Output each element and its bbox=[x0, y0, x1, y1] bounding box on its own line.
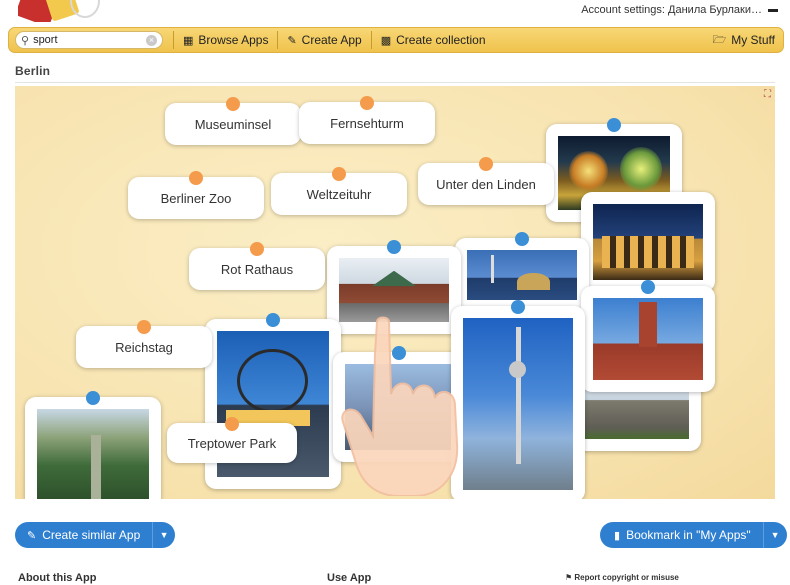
photo-card-partial[interactable] bbox=[333, 346, 465, 462]
about-heading: About this App bbox=[18, 572, 97, 584]
pin bbox=[86, 391, 100, 405]
search-box: ⚲ × bbox=[15, 31, 163, 49]
label-card-treptower-park[interactable]: Treptower Park bbox=[167, 417, 297, 463]
chevron-down-icon[interactable]: ▼ bbox=[152, 522, 175, 548]
label-text: Treptower Park bbox=[187, 435, 277, 451]
use-app-heading: Use App bbox=[327, 572, 372, 584]
label-text: Weltzeituhr bbox=[306, 186, 372, 202]
clear-search-icon[interactable]: × bbox=[146, 35, 157, 46]
main-toolbar: ⚲ × ▦ Browse Apps ✎ Create App ▩ Create … bbox=[8, 27, 784, 53]
report-label: Report copyright or misuse bbox=[574, 573, 679, 582]
edit-icon: ✎ bbox=[27, 529, 37, 542]
matching-board: ⛶ Museuminsel Fernsehturm Berliner Zoo W… bbox=[15, 86, 775, 499]
photo-card-world-clock[interactable] bbox=[205, 313, 341, 489]
browse-apps-label: Browse Apps bbox=[198, 33, 269, 47]
account-settings-text: Account settings: Данила Бурлаки… bbox=[581, 4, 762, 16]
top-strip: Account settings: Данила Бурлаки… bbox=[0, 0, 790, 26]
grid-icon: ▦ bbox=[183, 34, 194, 47]
pin bbox=[250, 242, 264, 256]
divider bbox=[15, 82, 775, 83]
pin bbox=[515, 232, 529, 246]
label-card-fernsehturm[interactable]: Fernsehturm bbox=[299, 96, 435, 144]
create-similar-label: Create similar App bbox=[42, 528, 141, 542]
photo bbox=[345, 364, 453, 450]
label-text: Rot Rathaus bbox=[220, 261, 294, 277]
chevron-down-icon[interactable]: ▼ bbox=[762, 522, 787, 548]
pin bbox=[226, 97, 240, 111]
bookmark-label: Bookmark in "My Apps" bbox=[626, 528, 751, 542]
label-text: Berliner Zoo bbox=[160, 190, 232, 206]
label-text: Reichstag bbox=[115, 339, 173, 355]
create-collection-label: Create collection bbox=[396, 33, 486, 47]
search-input[interactable] bbox=[33, 34, 134, 46]
flag-icon: ⚑ bbox=[565, 573, 575, 582]
photo bbox=[593, 298, 703, 380]
label-text: Unter den Linden bbox=[436, 176, 536, 192]
photo bbox=[37, 409, 149, 499]
photo bbox=[593, 204, 703, 280]
site-logo[interactable] bbox=[18, 0, 100, 22]
menu-icon[interactable] bbox=[768, 8, 778, 12]
photo-card-brandenburg-gate[interactable] bbox=[581, 192, 715, 292]
pin bbox=[607, 118, 621, 132]
report-link[interactable]: ⚑ Report copyright or misuse bbox=[565, 573, 679, 582]
label-card-museuminsel[interactable]: Museuminsel bbox=[165, 97, 301, 145]
photo-card-park[interactable] bbox=[25, 391, 161, 499]
label-card-rot-rathaus[interactable]: Rot Rathaus bbox=[189, 242, 325, 290]
pin bbox=[387, 240, 401, 254]
collection-icon: ▩ bbox=[380, 34, 392, 47]
photo-card-tv-tower[interactable] bbox=[451, 300, 585, 499]
bookmark-button[interactable]: ▮ Bookmark in "My Apps" ▼ bbox=[600, 522, 787, 548]
label-card-reichstag[interactable]: Reichstag bbox=[76, 320, 212, 368]
photo-card-rathaus[interactable] bbox=[581, 280, 715, 392]
pin bbox=[360, 96, 374, 110]
label-card-weltzeituhr[interactable]: Weltzeituhr bbox=[271, 167, 407, 215]
create-similar-app-button[interactable]: ✎ Create similar App ▼ bbox=[15, 522, 175, 548]
pin bbox=[641, 280, 655, 294]
label-text: Museuminsel bbox=[194, 116, 272, 132]
create-collection-button[interactable]: ▩ Create collection bbox=[370, 31, 495, 49]
photo bbox=[467, 250, 577, 300]
folder-icon: 🗁 bbox=[712, 33, 727, 46]
page: Account settings: Данила Бурлаки… ⚲ × ▦ … bbox=[0, 0, 790, 585]
my-stuff-button[interactable]: 🗁 My Stuff bbox=[713, 31, 775, 50]
pin bbox=[479, 157, 493, 171]
pin bbox=[511, 300, 525, 314]
pin bbox=[392, 346, 406, 360]
my-stuff-label: My Stuff bbox=[731, 33, 775, 47]
photo bbox=[339, 258, 449, 322]
browse-apps-button[interactable]: ▦ Browse Apps bbox=[173, 31, 277, 49]
search-icon: ⚲ bbox=[21, 34, 30, 47]
bookmark-icon: ▮ bbox=[614, 529, 621, 542]
create-app-label: Create App bbox=[301, 33, 362, 47]
photo-card-zoo[interactable] bbox=[327, 240, 461, 334]
label-card-berliner-zoo[interactable]: Berliner Zoo bbox=[128, 171, 264, 219]
fullscreen-icon[interactable]: ⛶ bbox=[764, 89, 771, 100]
create-app-button[interactable]: ✎ Create App bbox=[277, 31, 370, 49]
page-title: Berlin bbox=[15, 64, 51, 78]
pin bbox=[332, 167, 346, 181]
pencil-icon: ✎ bbox=[287, 34, 297, 47]
account-settings-link[interactable]: Account settings: Данила Бурлаки… bbox=[581, 4, 778, 16]
photo bbox=[463, 318, 573, 490]
pin bbox=[189, 171, 203, 185]
pin bbox=[137, 320, 151, 334]
pin bbox=[266, 313, 280, 327]
label-text: Fernsehturm bbox=[330, 115, 404, 131]
pin bbox=[225, 417, 239, 431]
label-card-unter-den-linden[interactable]: Unter den Linden bbox=[418, 157, 554, 205]
